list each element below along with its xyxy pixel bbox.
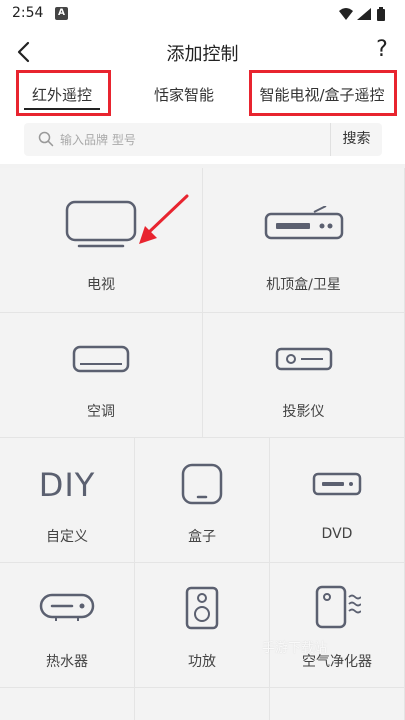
search-input[interactable] <box>60 123 320 156</box>
status-icons <box>339 7 385 21</box>
air-purifier-icon <box>315 585 361 629</box>
back-arrow-icon <box>17 41 30 63</box>
device-label: 空气净化器 <box>302 654 372 670</box>
device-label: 功放 <box>188 654 216 670</box>
device-projector[interactable]: 投影仪 <box>203 313 405 438</box>
dvd-player-icon <box>312 472 362 496</box>
device-diy[interactable]: DIY 自定义 <box>0 438 135 563</box>
search-icon <box>38 131 54 147</box>
device-cell-partial <box>0 688 135 720</box>
device-cell-partial <box>270 688 405 720</box>
device-dvd[interactable]: DVD <box>270 438 405 563</box>
tab-bar: 红外遥控 恬家智能 智能电视/盒子遥控 <box>0 70 405 120</box>
status-time: 2:54 <box>12 5 44 21</box>
device-label: 盒子 <box>188 529 216 545</box>
page-title: 添加控制 <box>166 44 239 65</box>
search-bar: 搜索 <box>0 120 405 164</box>
tv-icon <box>65 200 137 248</box>
device-label: 自定义 <box>46 529 88 545</box>
device-label: 空调 <box>87 404 115 420</box>
device-label: 电视 <box>87 277 115 293</box>
device-air-conditioner[interactable]: 空调 <box>0 313 203 438</box>
tab-smart-tv-box-remote[interactable]: 智能电视/盒子遥控 <box>250 76 394 116</box>
device-label: DVD <box>321 526 353 542</box>
device-box[interactable]: 盒子 <box>135 438 270 563</box>
tab-tianjia-smart[interactable]: 恬家智能 <box>138 76 230 116</box>
projector-icon <box>275 347 332 371</box>
battery-icon <box>377 9 385 21</box>
device-label: 投影仪 <box>282 404 325 420</box>
device-label: 机顶盒/卫星 <box>266 277 341 293</box>
tab-label: 智能电视/盒子遥控 <box>259 86 385 104</box>
notification-badge-icon: A <box>55 7 68 20</box>
app-header: 添加控制 ? <box>0 28 405 76</box>
tab-infrared-remote[interactable]: 红外遥控 <box>18 76 106 116</box>
back-button[interactable] <box>10 38 38 66</box>
help-button[interactable]: ? <box>371 37 393 67</box>
device-cell-partial <box>135 688 270 720</box>
speaker-icon <box>185 586 219 630</box>
status-bar: 2:54 A <box>0 0 405 28</box>
wifi-icon <box>339 8 353 20</box>
tab-label: 恬家智能 <box>153 86 214 104</box>
water-heater-icon <box>39 593 95 621</box>
device-water-heater[interactable]: 热水器 <box>0 563 135 688</box>
air-conditioner-icon <box>72 345 130 373</box>
cellular-signal-icon <box>357 8 371 20</box>
search-button[interactable]: 搜索 <box>330 123 382 156</box>
box-icon <box>181 463 223 505</box>
set-top-box-icon <box>264 206 343 240</box>
device-amplifier[interactable]: 功放 <box>135 563 270 688</box>
tab-label: 红外遥控 <box>31 86 92 104</box>
device-label: 热水器 <box>46 654 88 670</box>
device-set-top-box[interactable]: 机顶盒/卫星 <box>203 168 405 313</box>
device-tv[interactable]: 电视 <box>0 168 203 313</box>
search-box: 搜索 <box>24 123 382 156</box>
diy-icon: DIY <box>38 466 96 504</box>
device-air-purifier[interactable]: 空气净化器 <box>270 563 405 688</box>
active-tab-indicator <box>24 108 100 110</box>
